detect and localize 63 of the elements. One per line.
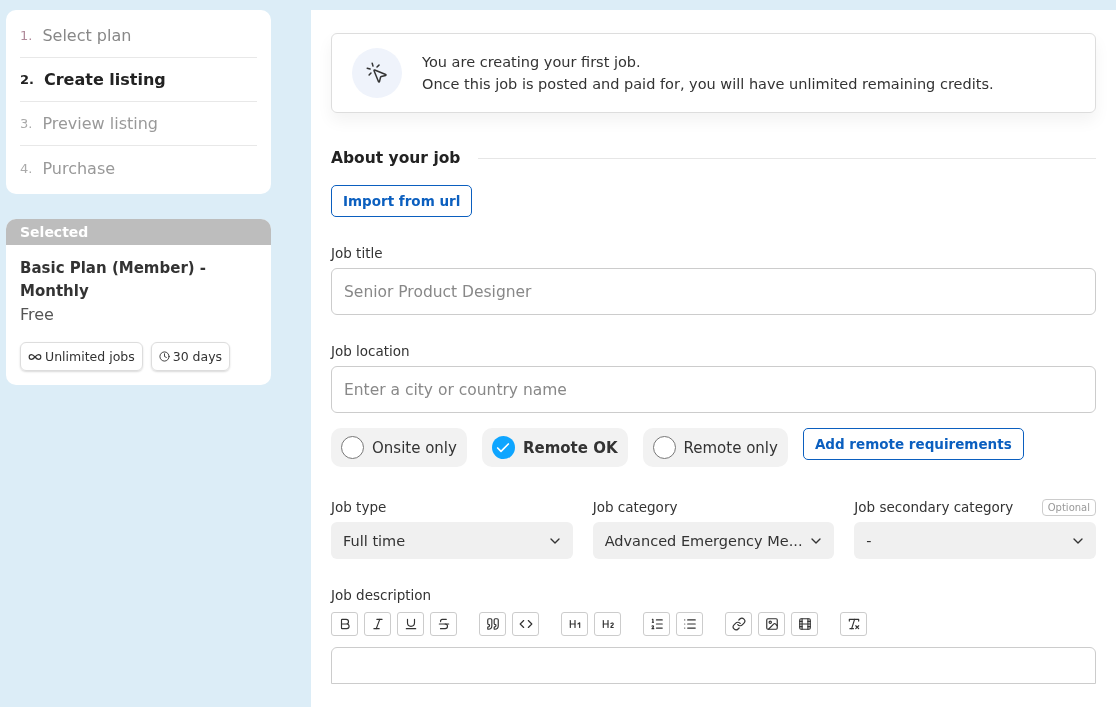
job-location-field[interactable]: Enter a city or country name xyxy=(331,366,1096,413)
plan-header: Selected xyxy=(6,219,271,245)
numbered-list-icon xyxy=(649,617,664,631)
heading-two-icon xyxy=(600,617,615,631)
toolbar-button[interactable] xyxy=(397,612,424,636)
remote-option[interactable]: Remote OK xyxy=(481,428,628,467)
step-number: 1. xyxy=(20,28,33,43)
field-label: Job location xyxy=(331,343,411,359)
quote-icon xyxy=(485,617,500,631)
step-label[interactable]: Select plan xyxy=(42,26,132,45)
select-field[interactable]: - xyxy=(854,522,1096,559)
toolbar-button[interactable] xyxy=(331,612,358,636)
step-label[interactable]: Create listing xyxy=(44,70,166,89)
code-icon xyxy=(518,617,533,631)
remote-option[interactable]: Remote only xyxy=(642,428,788,467)
import-button[interactable]: Import from url xyxy=(331,185,473,217)
job-title-field[interactable]: Senior Product Designer xyxy=(331,268,1096,315)
toolbar-button[interactable] xyxy=(430,612,457,636)
film-icon xyxy=(797,617,812,631)
toolbar-button[interactable] xyxy=(840,612,867,636)
select-field[interactable]: Full time xyxy=(331,522,573,559)
field-label: Job title xyxy=(331,245,384,261)
toolbar-button[interactable] xyxy=(791,612,818,636)
italic-icon xyxy=(370,617,385,631)
toolbar-button[interactable] xyxy=(676,612,703,636)
underline-icon xyxy=(403,617,418,631)
section-title: About your job xyxy=(331,149,461,167)
notice-title: You are creating your first job. xyxy=(422,54,642,70)
toolbar-button[interactable] xyxy=(561,612,588,636)
field-label: Job description xyxy=(331,587,433,603)
bullet-list-icon xyxy=(682,617,697,631)
image-icon xyxy=(764,617,779,631)
plan-name: Basic Plan (Member) - Monthly xyxy=(20,258,208,302)
heading-one-icon xyxy=(567,617,582,631)
radio-icon xyxy=(491,436,515,459)
clock-icon xyxy=(158,351,170,362)
field-label: Job category xyxy=(592,499,678,515)
field-label: Job type xyxy=(331,499,387,515)
toolbar-button[interactable] xyxy=(594,612,621,636)
plan-tag: Unlimited jobs xyxy=(20,342,143,371)
strikethrough-icon xyxy=(436,617,451,631)
optional-badge: Optional xyxy=(1041,498,1096,516)
step-number: 4. xyxy=(20,160,33,176)
toolbar-button[interactable] xyxy=(364,612,391,636)
toolbar-button[interactable] xyxy=(758,612,785,636)
toolbar-button[interactable] xyxy=(725,612,752,636)
plan-price: Free xyxy=(20,305,55,324)
remote-requirements-button[interactable]: Add remote requirements xyxy=(802,428,1024,460)
field-label: Job secondary category xyxy=(854,499,1014,515)
toolbar-button[interactable] xyxy=(479,612,506,636)
pointer-click-icon xyxy=(365,61,389,85)
toolbar-button[interactable] xyxy=(512,612,539,636)
remote-option[interactable]: Onsite only xyxy=(331,428,467,467)
link-icon xyxy=(731,617,746,631)
step-number: 2. xyxy=(20,72,34,87)
toolbar-button[interactable] xyxy=(643,612,670,636)
radio-icon xyxy=(341,436,364,459)
step-number: 3. xyxy=(20,116,33,131)
radio-icon xyxy=(652,436,676,459)
select-field[interactable]: Advanced Emergency Me... xyxy=(592,522,835,559)
notice-text: Once this job is posted and paid for, you will have unlimited remaining credits. xyxy=(422,76,994,92)
clear-format-icon xyxy=(846,617,861,631)
plan-tag: 30 days xyxy=(150,342,231,371)
